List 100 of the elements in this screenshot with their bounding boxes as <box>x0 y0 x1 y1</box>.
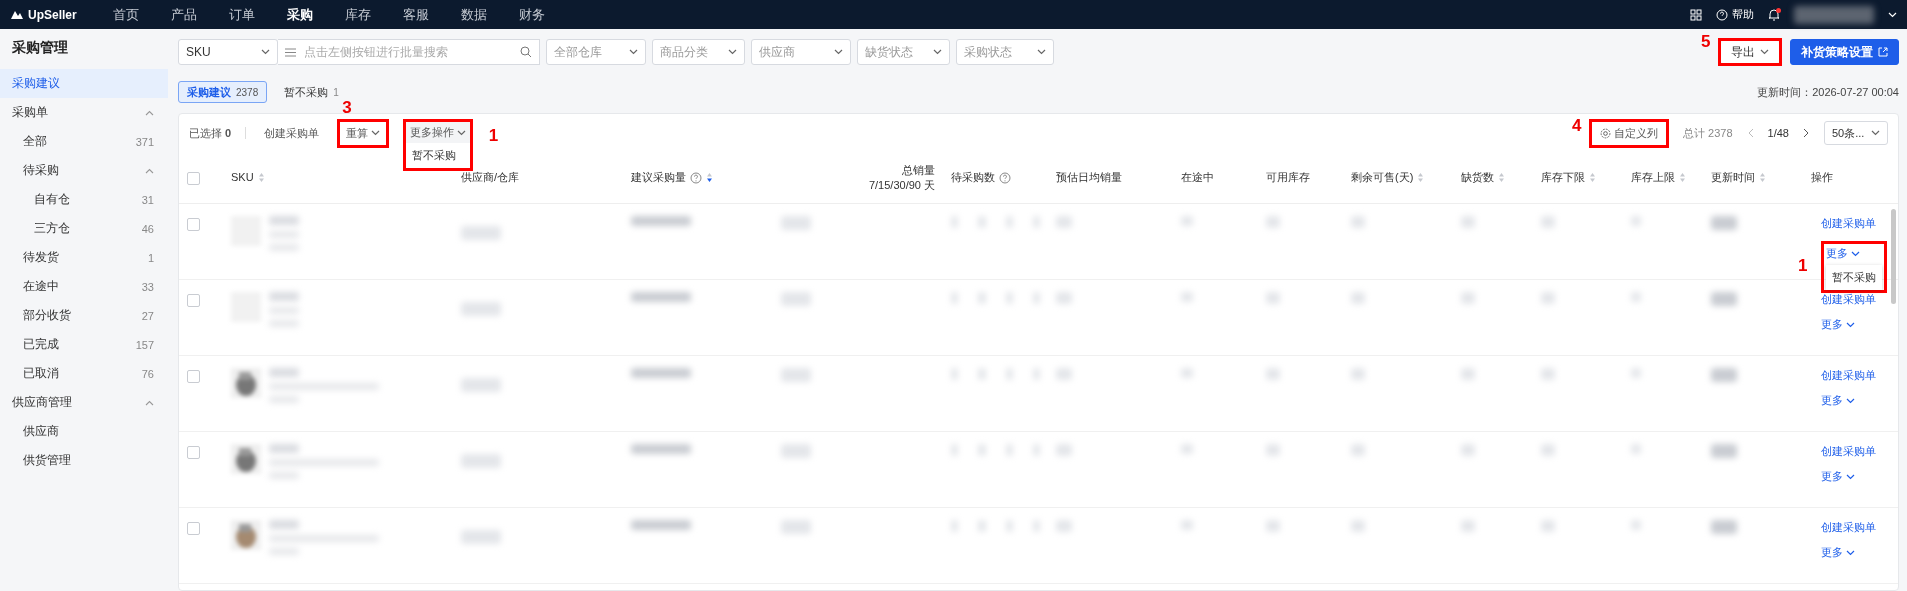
column-header: 剩余可售(天) <box>1351 170 1414 185</box>
nav-item[interactable]: 数据 <box>460 5 487 24</box>
column-header: SKU <box>231 170 254 185</box>
sidebar-item[interactable]: 供应商 <box>0 417 168 446</box>
sidebar-item[interactable]: 全部 371 <box>0 127 168 156</box>
update-time: 更新时间：2026-07-27 00:04 <box>1757 84 1899 100</box>
sidebar-item[interactable]: 采购单 <box>0 98 168 127</box>
menu-item[interactable]: 暂不采购 <box>1826 265 1882 290</box>
create-order-link[interactable]: 创建采购单 <box>1821 444 1876 459</box>
nav-item[interactable]: 采购 <box>286 5 313 24</box>
blurred-text <box>1711 520 1737 534</box>
chevron-icon[interactable] <box>145 167 154 174</box>
blurred-text <box>781 368 811 382</box>
strategy-settings-button[interactable]: 补货策略设置 <box>1790 39 1899 65</box>
more-link[interactable]: 更多 <box>1821 393 1855 408</box>
nav-item[interactable]: 库存 <box>344 5 371 24</box>
sidebar-title: 采购管理 <box>11 39 69 57</box>
create-order-link[interactable]: 创建采购单 <box>1821 292 1876 307</box>
nav-item[interactable]: 订单 <box>228 5 255 24</box>
more-link[interactable]: 更多 <box>1821 317 1855 332</box>
sidebar-item[interactable]: 已取消 76 <box>0 359 168 388</box>
create-order-button[interactable]: 创建采购单 <box>260 123 324 143</box>
checkbox[interactable] <box>187 522 200 535</box>
caret-icon <box>834 49 843 55</box>
sidebar-item[interactable]: 已完成 157 <box>0 330 168 359</box>
tab[interactable]: 采购建议 2378 <box>178 81 268 103</box>
create-order-link[interactable]: 创建采购单 <box>1821 520 1876 535</box>
checkbox[interactable] <box>187 218 200 231</box>
more-link[interactable]: 更多 <box>1826 246 1860 261</box>
logo[interactable]: UpSeller <box>10 7 77 22</box>
column-header: 建议采购量 <box>631 170 686 185</box>
blurred-text <box>631 292 691 302</box>
help-link[interactable]: 帮助 <box>1716 7 1754 22</box>
export-button[interactable]: 导出 <box>1721 41 1779 63</box>
caret-icon <box>457 129 467 136</box>
more-actions-button[interactable]: 更多操作 <box>406 122 471 143</box>
checkbox[interactable] <box>187 172 200 185</box>
blurred-text <box>269 520 299 529</box>
sort-icon[interactable] <box>706 172 713 183</box>
total-count: 总计 2378 <box>1683 125 1733 141</box>
column-header: 供应商/仓库 <box>461 170 520 185</box>
column-header: 总销量 7/15/30/90 天 <box>868 162 935 193</box>
annotation-number: 1 <box>488 126 499 146</box>
blurred-text <box>461 378 501 392</box>
create-order-link[interactable]: 创建采购单 <box>1821 368 1876 383</box>
nav-item[interactable]: 客服 <box>402 5 429 24</box>
nav-item[interactable]: 首页 <box>112 5 139 24</box>
blurred-text <box>631 216 691 226</box>
nav-item[interactable]: 产品 <box>170 5 197 24</box>
next-page-icon[interactable] <box>1803 128 1810 138</box>
sidebar-item[interactable]: 自有仓 31 <box>0 185 168 214</box>
checkbox[interactable] <box>187 294 200 307</box>
checkbox[interactable] <box>187 370 200 383</box>
sidebar-item[interactable]: 供应商管理 <box>0 388 168 417</box>
sidebar-item[interactable]: 部分收货 27 <box>0 301 168 330</box>
blurred-text <box>461 226 501 240</box>
caret-icon <box>1851 250 1860 257</box>
search-type-select[interactable]: SKU <box>178 39 278 65</box>
annotation-number: 4 <box>1572 115 1582 136</box>
blurred-text <box>781 444 811 458</box>
scrollbar[interactable] <box>1891 209 1896 304</box>
column-header: 更新时间 <box>1711 170 1755 185</box>
blurred-text <box>781 292 811 306</box>
search-field[interactable]: 点击左侧按钮进行批量搜索 <box>302 44 514 60</box>
blurred-text <box>631 444 691 454</box>
sidebar-item[interactable]: 供货管理 <box>0 446 168 475</box>
search-box[interactable]: 点击左侧按钮进行批量搜索 <box>278 39 540 65</box>
chevron-icon[interactable] <box>145 399 154 406</box>
chevron-icon[interactable] <box>145 109 154 116</box>
notification-bell[interactable] <box>1768 8 1780 21</box>
column-header: 预估日均销量 <box>1056 170 1122 185</box>
caret-icon <box>1037 49 1046 55</box>
apps-grid-icon[interactable] <box>1690 8 1702 21</box>
column-header: 可用库存 <box>1266 170 1310 185</box>
sidebar-item[interactable]: 在途中 33 <box>0 272 168 301</box>
more-link[interactable]: 更多 <box>1821 469 1855 484</box>
column-header: 操作 <box>1811 170 1833 185</box>
page-indicator: 1/48 <box>1767 127 1789 139</box>
caret-icon <box>1846 321 1855 328</box>
create-order-link[interactable]: 创建采购单 <box>1821 216 1876 231</box>
blurred-text <box>269 444 299 453</box>
blurred-text <box>1711 292 1737 306</box>
caret-icon <box>1846 473 1855 480</box>
caret-icon <box>1760 49 1769 55</box>
caret-icon <box>1846 397 1855 404</box>
sidebar-item[interactable]: 待采购 <box>0 156 168 185</box>
sidebar-item[interactable]: 三方仓 46 <box>0 214 168 243</box>
sidebar-item[interactable]: 待发货 1 <box>0 243 168 272</box>
blurred-text <box>269 216 299 225</box>
more-link[interactable]: 更多 <box>1821 545 1855 560</box>
checkbox[interactable] <box>187 446 200 459</box>
blurred-text <box>461 302 501 316</box>
nav-item[interactable]: 财务 <box>518 5 545 24</box>
blurred-text <box>631 368 691 378</box>
recalculate-button[interactable]: 重算 <box>340 121 387 145</box>
bell-icon <box>1768 8 1780 21</box>
page-size-select[interactable]: 50条... <box>1824 121 1888 145</box>
previous-page-icon[interactable] <box>1746 128 1754 138</box>
sidebar-item[interactable]: 采购建议 <box>0 69 168 98</box>
customize-columns-button[interactable]: 自定义列 <box>1596 123 1663 143</box>
